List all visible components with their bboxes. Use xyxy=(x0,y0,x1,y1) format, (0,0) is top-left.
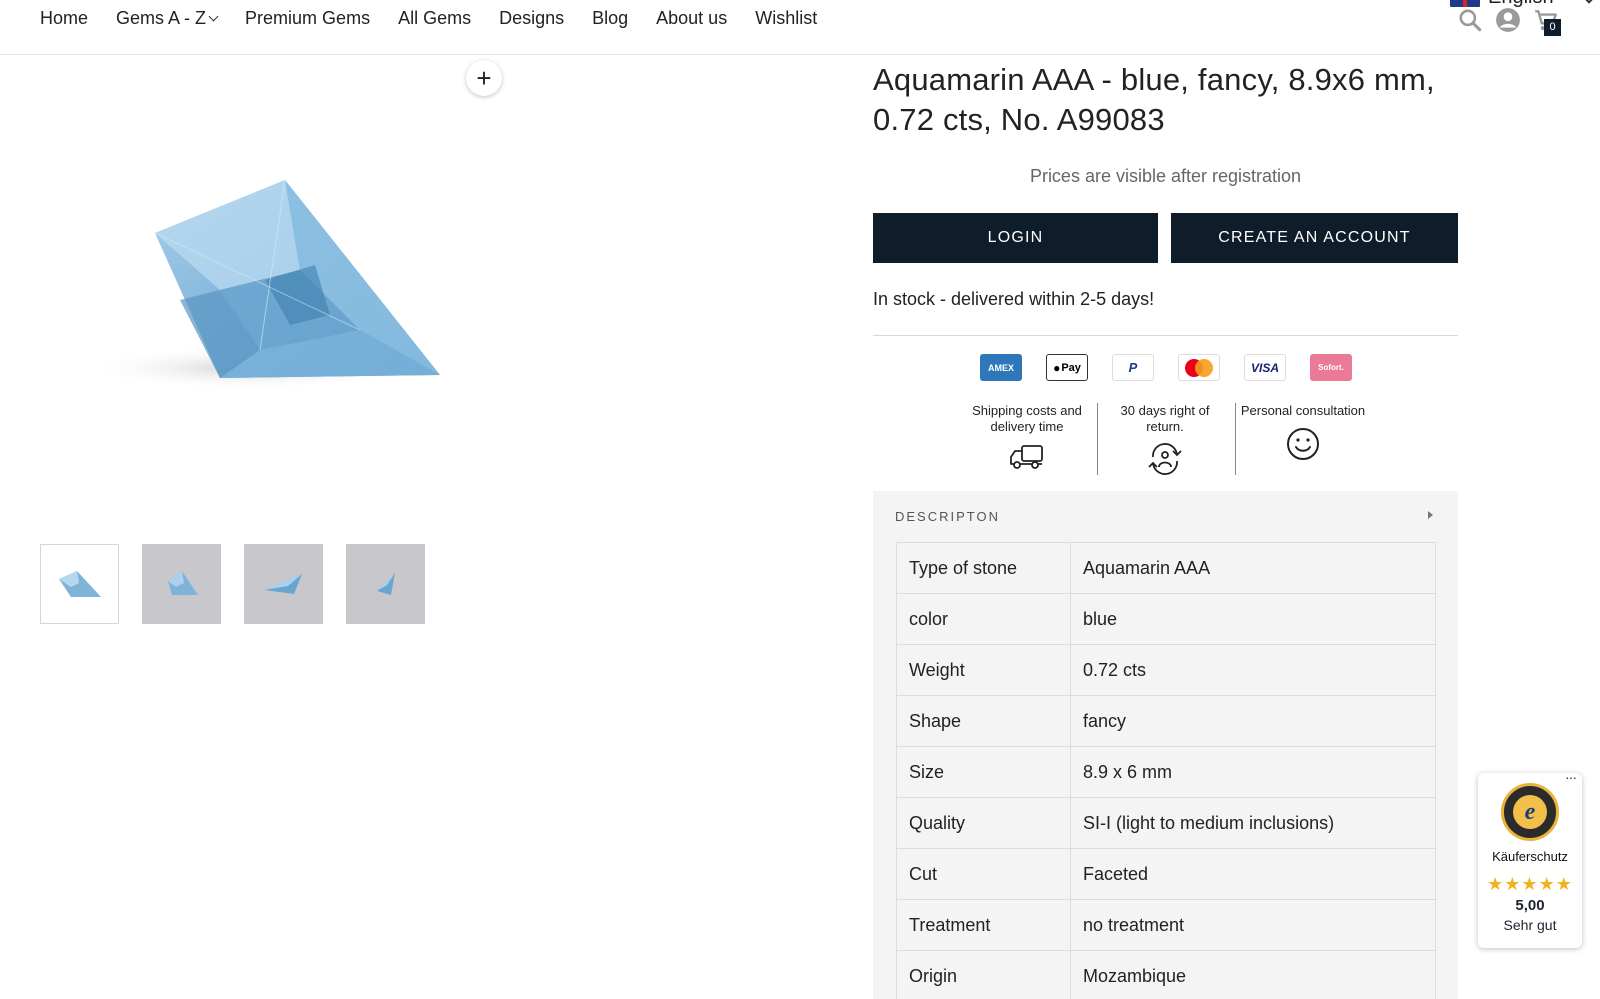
table-row: Cut Faceted xyxy=(896,848,1436,900)
mastercard-icon xyxy=(1178,354,1220,381)
product-title: Aquamarin AAA - blue, fancy, 8.9x6 mm, 0… xyxy=(873,62,1435,137)
product-image[interactable] xyxy=(60,150,480,410)
table-row: Size 8.9 x 6 mm xyxy=(896,746,1436,798)
table-row: Origin Mozambique xyxy=(896,950,1436,999)
nav-gems-a-z-label: Gems A - Z xyxy=(116,8,207,28)
thumbnail-2[interactable] xyxy=(142,544,221,624)
trusted-shops-label: Käuferschutz xyxy=(1492,849,1568,864)
login-button[interactable]: LOGIN xyxy=(873,213,1158,263)
feature-consultation[interactable]: Personal consultation xyxy=(1238,403,1368,461)
nav-gems-a-z[interactable]: Gems A - Z xyxy=(116,8,219,29)
login-button-label: LOGIN xyxy=(987,229,1044,246)
trusted-shops-seal-icon: e xyxy=(1501,783,1559,841)
nav-about-us[interactable]: About us xyxy=(656,8,727,29)
rating-grade: Sehr gut xyxy=(1503,917,1557,933)
table-row: Shape fancy xyxy=(896,695,1436,747)
apple-pay-icon: ● Pay xyxy=(1046,354,1088,381)
table-row: Type of stone Aquamarin AAA xyxy=(896,542,1436,594)
spec-key: Cut xyxy=(896,848,1071,900)
amex-icon: AMEX xyxy=(980,354,1022,381)
return-icon xyxy=(1148,443,1182,475)
more-options-icon[interactable]: ··· xyxy=(1565,769,1577,785)
payment-methods: AMEX ● Pay P VISA Sofort. xyxy=(980,354,1352,381)
feature-return[interactable]: 30 days right of return. xyxy=(1100,403,1230,475)
nav-designs[interactable]: Designs xyxy=(499,8,564,29)
spec-key: Treatment xyxy=(896,899,1071,951)
description-panel: DESCRIPTON Type of stone Aquamarin AAA col… xyxy=(873,491,1458,999)
feature-shipping[interactable]: Shipping costs and delivery time xyxy=(962,403,1092,471)
spec-value: fancy xyxy=(1070,695,1436,747)
spec-key: Origin xyxy=(896,950,1071,999)
trusted-shops-seal-letter: e xyxy=(1513,795,1547,829)
thumbnail-4[interactable] xyxy=(346,544,425,624)
paypal-label: P xyxy=(1128,360,1138,375)
apple-pay-label: Pay xyxy=(1061,361,1081,374)
table-row: color blue xyxy=(896,593,1436,645)
zoom-label: + xyxy=(476,62,492,93)
stock-status: In stock - delivered within 2-5 days! xyxy=(873,289,1155,309)
feature-consultation-label: Personal consultation xyxy=(1240,403,1366,418)
nav-all-gems[interactable]: All Gems xyxy=(398,8,471,29)
sofort-label: Sofort. xyxy=(1318,363,1344,372)
description-heading[interactable]: DESCRIPTON xyxy=(895,509,1000,524)
visa-icon: VISA xyxy=(1244,354,1286,381)
spec-value: Mozambique xyxy=(1070,950,1436,999)
search-icon[interactable] xyxy=(1457,7,1483,33)
spec-value: Aquamarin AAA xyxy=(1070,542,1436,594)
apple-glyph: ● xyxy=(1053,360,1061,375)
uk-flag-icon xyxy=(1450,0,1480,7)
nav-blog[interactable]: Blog xyxy=(592,8,628,29)
spec-value: no treatment xyxy=(1070,899,1436,951)
feature-shipping-label: Shipping costs and delivery time xyxy=(972,403,1082,434)
table-row: Quality SI-I (light to medium inclusions) xyxy=(896,797,1436,849)
feature-separator xyxy=(1235,403,1236,475)
rating-score: 5,00 xyxy=(1515,897,1545,914)
nav-wishlist[interactable]: Wishlist xyxy=(755,8,817,29)
spec-table: Type of stone Aquamarin AAA color blue Weigh… xyxy=(896,542,1436,999)
trusted-shops-badge[interactable]: ··· e Käuferschutz ★★★★★ 5,00 Sehr gut xyxy=(1478,769,1582,948)
spec-value: 8.9 x 6 mm xyxy=(1070,746,1436,798)
table-row: Treatment no treatment xyxy=(896,899,1436,951)
rating-stars: ★★★★★ xyxy=(1487,874,1573,894)
spec-key: Shape xyxy=(896,695,1071,747)
create-account-button[interactable]: CREATE AN ACCOUNT xyxy=(1171,213,1458,263)
paypal-icon: P xyxy=(1112,354,1154,381)
price-note: Prices are visible after registration xyxy=(1029,166,1302,186)
site-header: Home Gems A - Z Premium Gems All Gems De… xyxy=(0,0,1600,55)
divider xyxy=(873,335,1458,336)
spec-key: color xyxy=(896,593,1071,645)
visa-label: VISA xyxy=(1250,360,1279,375)
truck-icon xyxy=(1010,445,1043,469)
spec-key: Type of stone xyxy=(896,542,1071,594)
caret-right-icon[interactable] xyxy=(1428,511,1433,519)
main-nav: Home Gems A - Z Premium Gems All Gems De… xyxy=(40,8,845,29)
amex-label: AMEX xyxy=(987,362,1014,373)
thumbnail-strip xyxy=(40,544,425,624)
feature-return-label: 30 days right of return. xyxy=(1120,403,1210,434)
spec-value: 0.72 cts xyxy=(1070,644,1436,696)
smiley-icon xyxy=(1287,428,1319,460)
spec-value: Faceted xyxy=(1070,848,1436,900)
cart-count-badge: 0 xyxy=(1544,19,1561,36)
chevron-down-icon xyxy=(208,11,219,22)
create-account-button-label: CREATE AN ACCOUNT xyxy=(1218,229,1411,246)
nav-premium-gems[interactable]: Premium Gems xyxy=(245,8,370,29)
account-icon[interactable] xyxy=(1495,7,1521,33)
spec-value: blue xyxy=(1070,593,1436,645)
spec-value: SI-I (light to medium inclusions) xyxy=(1070,797,1436,849)
zoom-button[interactable]: + xyxy=(466,60,502,96)
sofort-icon: Sofort. xyxy=(1310,354,1352,381)
thumbnail-3[interactable] xyxy=(244,544,323,624)
table-row: Weight 0.72 cts xyxy=(896,644,1436,696)
spec-key: Size xyxy=(896,746,1071,798)
spec-key: Weight xyxy=(896,644,1071,696)
thumbnail-1[interactable] xyxy=(40,544,119,624)
language-chevron-icon[interactable] xyxy=(1583,0,1595,4)
spec-key: Quality xyxy=(896,797,1071,849)
feature-separator xyxy=(1097,403,1098,475)
nav-home[interactable]: Home xyxy=(40,8,88,29)
